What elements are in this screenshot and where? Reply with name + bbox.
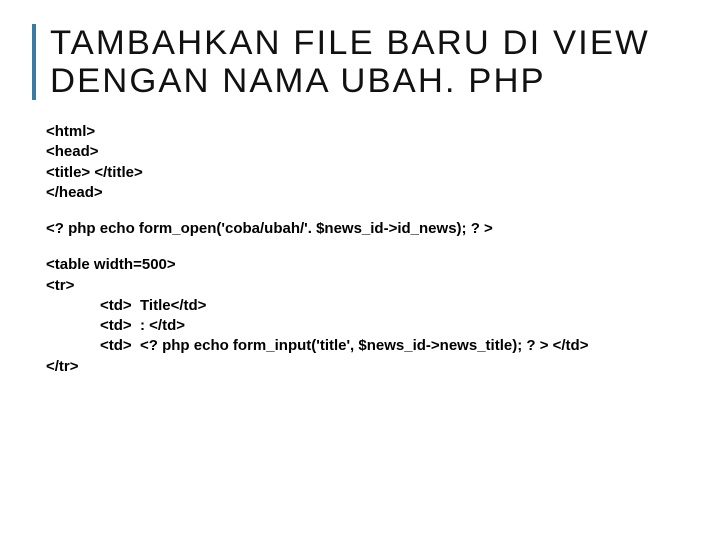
code-line: <title> </title> (46, 163, 670, 183)
page-title: TAMBAHKAN FILE BARU DI VIEW DENGAN NAMA … (50, 24, 682, 100)
code-block-head: <html> <head> <title> </title> </head> (42, 122, 670, 203)
code-line: <html> (46, 122, 670, 142)
code-line: <td> Title</td> (46, 296, 670, 316)
code-block-formopen: <? php echo form_open('coba/ubah/'. $new… (42, 219, 670, 239)
code-line: <tr> (46, 276, 670, 296)
code-line: <table width=500> (46, 255, 670, 275)
code-line: </head> (46, 183, 670, 203)
code-block-table: <table width=500> <tr> <td> Title</td> <… (42, 255, 670, 377)
title-block: TAMBAHKAN FILE BARU DI VIEW DENGAN NAMA … (32, 24, 670, 100)
code-line: <td> <? php echo form_input('title', $ne… (46, 336, 670, 356)
code-line: <head> (46, 142, 670, 162)
code-line: <? php echo form_open('coba/ubah/'. $new… (46, 219, 670, 239)
slide: TAMBAHKAN FILE BARU DI VIEW DENGAN NAMA … (0, 0, 720, 413)
code-line: <td> : </td> (46, 316, 670, 336)
code-line: </tr> (46, 357, 670, 377)
